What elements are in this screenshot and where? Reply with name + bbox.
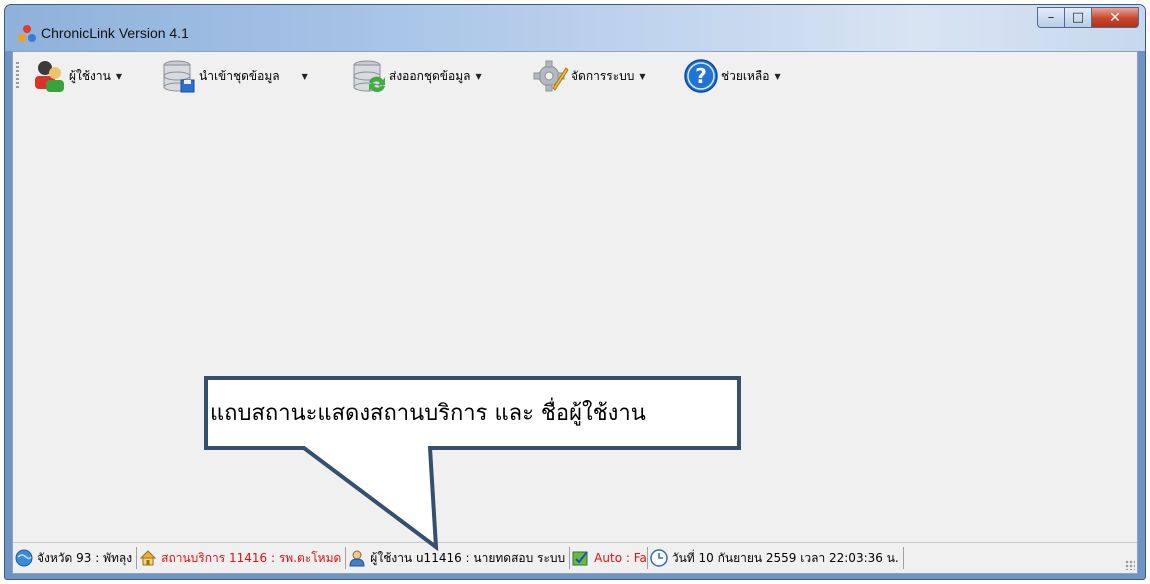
app-logo-icon (18, 25, 36, 42)
main-client-area: ผู้ใช้งาน ▼ นำเข้าชุดข้อมูล ▼ ส่งออกชุดข… (12, 51, 1138, 574)
close-button[interactable]: ✕ (1092, 7, 1139, 28)
chevron-down-icon: ▼ (475, 71, 482, 81)
toolbar-help-menu[interactable]: ? ช่วยเหลือ ▼ (683, 58, 781, 94)
status-service-unit-text: สถานบริการ 11416 : รพ.ตะโหมด (161, 550, 342, 565)
minimize-button[interactable]: – (1037, 7, 1065, 28)
chevron-down-icon: ▼ (301, 71, 308, 81)
status-user-text: ผู้ใช้งาน u11416 : นายทดสอบ ระบบ (370, 550, 566, 565)
toolbar-settings-menu[interactable]: จัดการระบบ ▼ (533, 58, 646, 94)
status-service-unit: สถานบริการ 11416 : รพ.ตะโหมด (137, 547, 347, 569)
maximize-icon: □ (1071, 10, 1085, 25)
svg-text:?: ? (695, 64, 707, 88)
database-export-icon (353, 60, 385, 93)
toolbar-users-menu[interactable]: ผู้ใช้งาน ▼ (31, 58, 122, 94)
auto-sync-icon (572, 551, 588, 566)
minimize-icon: – (1047, 10, 1055, 25)
app-window: ChronicLink Version 4.1 – □ ✕ ผู้ใช้งาน … (4, 4, 1146, 580)
toolbar-help-label: ช่วยเหลือ (721, 68, 770, 83)
clock-icon (650, 549, 668, 567)
window-title: ChronicLink Version 4.1 (41, 25, 189, 41)
toolbar-settings-label: จัดการระบบ (571, 68, 635, 83)
users-icon (35, 61, 64, 92)
status-user: ผู้ใช้งาน u11416 : นายทดสอบ ระบบ (346, 547, 571, 569)
help-icon: ? (684, 59, 718, 93)
status-datetime: วันที่ 10 กันยายน 2559 เวลา 22:03:36 น. (648, 547, 904, 569)
globe-icon (15, 549, 33, 567)
chevron-down-icon: ▼ (639, 71, 646, 81)
status-datetime-text: วันที่ 10 กันยายน 2559 เวลา 22:03:36 น. (671, 550, 899, 565)
toolbar-grip[interactable] (16, 62, 19, 90)
toolbar-export-menu[interactable]: ส่งออกชุดข้อมูล ▼ (351, 58, 482, 94)
home-icon (139, 550, 157, 566)
toolbar-users-label: ผู้ใช้งาน (69, 68, 111, 83)
title-bar[interactable]: ChronicLink Version 4.1 – □ ✕ (5, 5, 1145, 51)
toolbar-export-label: ส่งออกชุดข้อมูล (389, 68, 471, 83)
chevron-down-icon: ▼ (774, 71, 781, 81)
resize-grip-icon[interactable] (1125, 560, 1135, 570)
status-province-text: จังหวัด 93 : พัทลุง (37, 550, 133, 565)
callout-text: แถบสถานะแสดงสถานบริการ และ ชื่อผู้ใช้งาน (210, 401, 646, 426)
status-bar: จังหวัด 93 : พัทลุง สถานบริการ 11416 : ร… (13, 542, 1137, 573)
toolbar-import-label: นำเข้าชุดข้อมูล (199, 68, 280, 83)
status-province: จังหวัด 93 : พัทลุง (13, 547, 138, 569)
database-import-icon (163, 60, 195, 93)
status-auto: Auto : Fa (570, 547, 648, 569)
settings-gear-icon (533, 60, 569, 92)
toolbar-import-menu[interactable]: นำเข้าชุดข้อมูล ▼ (161, 58, 308, 94)
menu-toolbar: ผู้ใช้งาน ▼ นำเข้าชุดข้อมูล ▼ ส่งออกชุดข… (13, 52, 1137, 98)
status-auto-text: Auto : Fa (594, 551, 647, 565)
close-icon: ✕ (1109, 9, 1121, 26)
user-icon (349, 550, 365, 567)
maximize-button[interactable]: □ (1065, 7, 1092, 28)
chevron-down-icon: ▼ (115, 71, 122, 81)
